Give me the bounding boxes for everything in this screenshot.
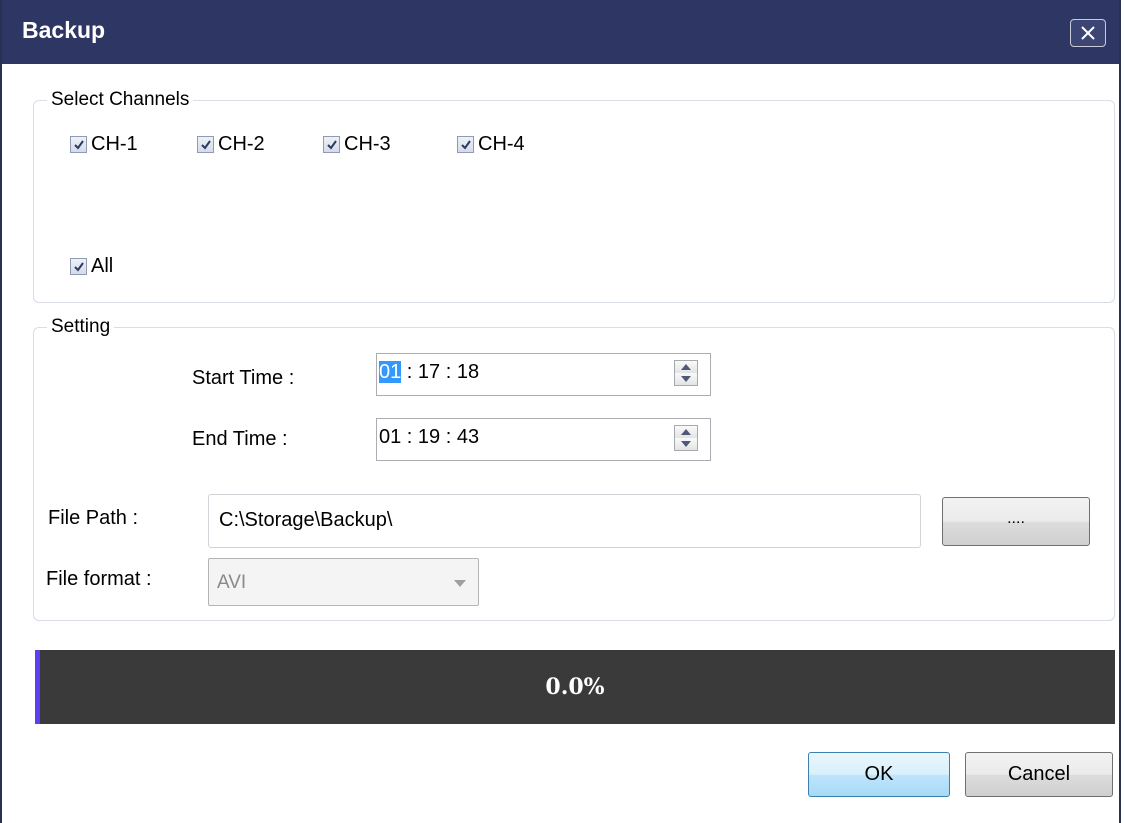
arrow-down-icon	[681, 441, 691, 447]
end-time-input[interactable]: 01 : 19 : 43	[376, 418, 711, 461]
file-path-value: C:\Storage\Backup\	[219, 509, 393, 531]
file-format-label: File format :	[46, 568, 152, 590]
ok-button[interactable]: OK	[808, 752, 950, 797]
start-time-rest: : 17 : 18	[401, 361, 480, 383]
close-button[interactable]	[1070, 19, 1106, 47]
start-time-decrement[interactable]	[675, 373, 697, 385]
check-icon	[201, 139, 211, 150]
checkbox-ch-4-label: CH-4	[478, 132, 525, 155]
ok-button-label: OK	[864, 763, 894, 785]
checkbox-ch-3-box[interactable]	[323, 135, 340, 153]
setting-label: Setting	[47, 316, 115, 338]
start-time-input[interactable]: 01 : 17 : 18	[376, 353, 711, 396]
arrow-up-icon	[681, 429, 691, 435]
backup-progress-bar: 0.0%	[35, 650, 1115, 724]
backup-dialog: Backup Select Channels CH-1 CH-2 CH-3 CH…	[0, 0, 1121, 823]
arrow-down-icon	[681, 376, 691, 382]
title-bar[interactable]: Backup	[2, 0, 1119, 64]
file-path-input[interactable]: C:\Storage\Backup\	[208, 494, 921, 548]
checkbox-ch-1-box[interactable]	[70, 135, 87, 153]
cancel-button-label: Cancel	[1007, 763, 1071, 785]
close-icon	[1081, 26, 1095, 40]
checkbox-all[interactable]: All	[70, 254, 113, 278]
checkbox-ch-1-label: CH-1	[91, 132, 138, 155]
browse-button[interactable]: ....	[942, 497, 1090, 546]
select-channels-group	[33, 100, 1115, 303]
end-time-decrement[interactable]	[675, 438, 697, 450]
checkbox-ch-3[interactable]: CH-3	[323, 132, 391, 156]
arrow-up-icon	[681, 364, 691, 370]
window-title: Backup	[22, 17, 106, 43]
browse-button-label: ....	[1007, 510, 1025, 527]
file-path-label: File Path :	[48, 507, 139, 529]
check-icon	[74, 261, 84, 272]
start-time-value: 01 : 17 : 18	[379, 361, 479, 384]
checkbox-ch-2[interactable]: CH-2	[197, 132, 265, 156]
end-time-value: 01 : 19 : 43	[379, 426, 480, 448]
chevron-down-icon	[454, 580, 466, 587]
cancel-button[interactable]: Cancel	[965, 752, 1113, 797]
file-format-select[interactable]: AVI	[208, 558, 479, 606]
checkbox-ch-2-label: CH-2	[218, 132, 265, 155]
end-time-spinner[interactable]	[674, 425, 698, 451]
checkbox-ch-4-box[interactable]	[457, 135, 474, 153]
checkbox-ch-1[interactable]: CH-1	[70, 132, 138, 156]
start-time-hour-selected[interactable]: 01	[379, 361, 402, 383]
select-channels-label: Select Channels	[47, 89, 194, 111]
end-time-label: End Time :	[192, 428, 288, 450]
checkbox-ch-3-label: CH-3	[344, 132, 391, 155]
checkbox-ch-4[interactable]: CH-4	[457, 132, 525, 156]
progress-text: 0.0%	[545, 674, 605, 700]
file-format-value: AVI	[217, 572, 247, 593]
check-icon	[461, 139, 471, 150]
checkbox-ch-2-box[interactable]	[197, 135, 214, 153]
checkbox-all-label: All	[91, 254, 114, 277]
check-icon	[327, 139, 337, 150]
start-time-label: Start Time :	[192, 367, 295, 389]
checkbox-all-box[interactable]	[70, 257, 87, 275]
check-icon	[74, 139, 84, 150]
start-time-spinner[interactable]	[674, 360, 698, 386]
